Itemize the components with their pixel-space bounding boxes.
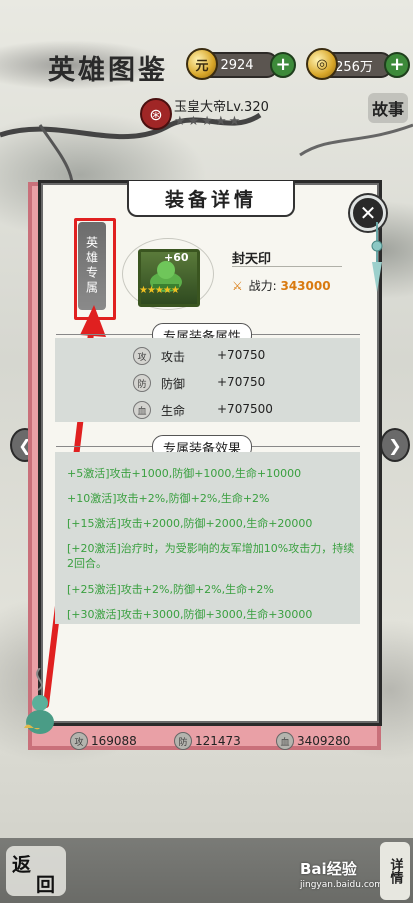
tassel-decoration — [371, 222, 383, 292]
defense-icon: 防 — [133, 374, 151, 392]
item-divider — [232, 266, 342, 267]
attr-row-attack: 攻 攻击 +70750 — [55, 344, 360, 368]
detail-button[interactable]: 详情 — [380, 842, 410, 900]
modal-title-banner: 装备详情 — [127, 181, 295, 217]
gold-amount: 2924 — [220, 57, 254, 73]
hero-defense-stat: 防 121473 — [174, 732, 241, 750]
item-power: ⚔ 战力: 343000 — [232, 277, 331, 294]
back-label-2: 回 — [36, 874, 56, 896]
modal-title: 装备详情 — [164, 188, 257, 211]
back-button[interactable]: 返 回 — [6, 846, 66, 896]
hero-health-value: 3409280 — [297, 734, 351, 748]
attack-icon: 攻 — [70, 732, 88, 750]
attr-value: +707500 — [217, 402, 273, 416]
attr-row-defense: 防 防御 +70750 — [55, 371, 360, 395]
effect-line: [+25激活]攻击+2%,防御+2%,生命+2% — [67, 583, 274, 596]
hero-attack-stat: 攻 169088 — [70, 732, 137, 750]
defense-icon: 防 — [174, 732, 192, 750]
story-button[interactable]: 故事 — [368, 93, 408, 123]
next-hero-arrow-icon[interactable]: ❯ — [380, 428, 410, 462]
effect-line: [+30激活]攻击+3000,防御+3000,生命+30000 — [67, 608, 313, 621]
attack-icon: 攻 — [133, 347, 151, 365]
item-stars: ★★★★★ — [139, 285, 180, 296]
add-gold-button[interactable]: + — [270, 52, 296, 78]
effect-line: [+20激活]治疗时，为受影响的友军增加10%攻击力，持续2回合。 — [67, 542, 355, 570]
attr-label: 生命 — [161, 404, 186, 418]
attribute-panel: 攻 攻击 +70750 防 防御 +70750 血 生命 +707500 — [55, 338, 360, 422]
page-title: 英雄图鉴 — [48, 55, 168, 86]
hero-attack-value: 169088 — [91, 734, 137, 748]
gourd-decoration-icon — [24, 668, 54, 734]
effect-panel: +5激活]攻击+1000,防御+1000,生命+10000 +10激活]攻击+2… — [55, 452, 360, 624]
copper-coin-icon: ◎ — [306, 48, 338, 80]
baidu-watermark-url: jingyan.baidu.com — [300, 880, 384, 890]
crossed-swords-icon: ⚔ — [232, 279, 243, 293]
attr-value: +70750 — [217, 375, 266, 389]
coin-amount: 256万 — [335, 59, 373, 75]
item-name: 封天印 — [232, 252, 272, 267]
attr-row-health: 血 生命 +707500 — [55, 398, 360, 422]
hero-defense-value: 121473 — [195, 734, 241, 748]
power-value: 343000 — [280, 279, 331, 293]
attr-label: 防御 — [161, 377, 186, 391]
hero-name-level: 玉皇大帝Lv.320 — [174, 100, 269, 115]
attr-value: +70750 — [217, 348, 266, 362]
add-coin-button[interactable]: + — [384, 52, 410, 78]
health-icon: 血 — [133, 401, 151, 419]
hero-stars: ★★★★★ — [174, 114, 243, 129]
tab-highlight-box — [74, 218, 116, 320]
baidu-watermark: Bai经验 — [300, 860, 357, 878]
effect-line: [+15激活]攻击+2000,防御+2000,生命+20000 — [67, 517, 313, 530]
item-enhance-level: +60 — [164, 251, 189, 264]
back-label-1: 返 — [12, 854, 32, 876]
hero-faction-icon: ⊛ — [140, 98, 172, 130]
health-icon: 血 — [276, 732, 294, 750]
hero-info-bar: ⊛ 玉皇大帝Lv.320 ★★★★★ — [140, 95, 370, 137]
power-label: 战力: — [248, 279, 277, 293]
attr-label: 攻击 — [161, 350, 186, 364]
effect-line: +5激活]攻击+1000,防御+1000,生命+10000 — [67, 467, 302, 480]
effect-line: +10激活]攻击+2%,防御+2%,生命+2% — [67, 492, 270, 505]
hero-health-stat: 血 3409280 — [276, 732, 350, 750]
gold-ingot-icon: 元 — [186, 48, 218, 80]
